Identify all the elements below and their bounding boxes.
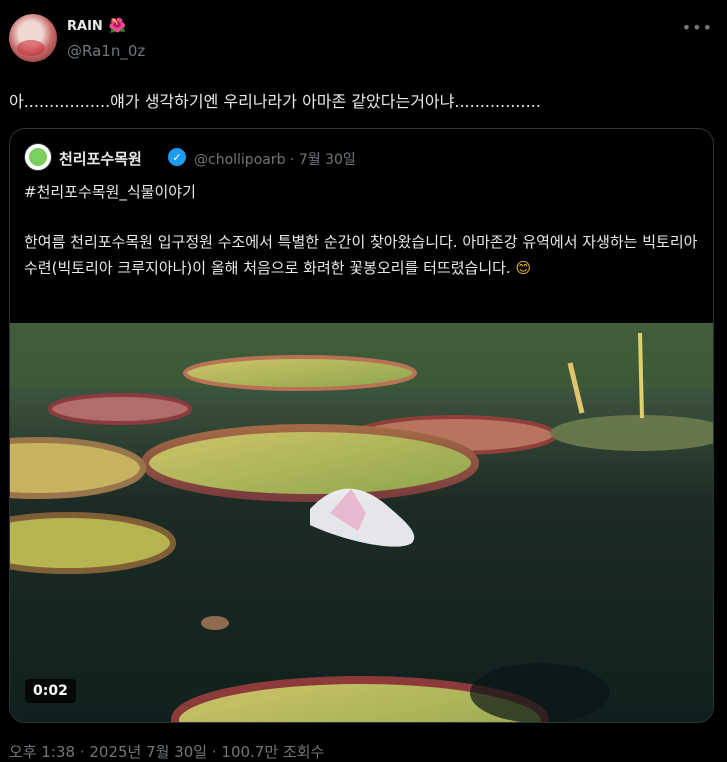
quote-handle-date: @chollipoarb · 7월 30일 [194,152,356,168]
quoted-tweet[interactable]: 천리포수목원 ✓ @chollipoarb · 7월 30일 #천리포수목원_식… [9,128,714,723]
author-avatar[interactable] [9,14,57,62]
video-player[interactable]: 0:02 [10,323,713,722]
smiling-face-icon: 😊 [515,259,532,277]
quote-hashtag[interactable]: #천리포수목원_식물이야기 [24,181,196,202]
verified-badge-icon: ✓ [168,148,186,166]
mascot-icon [29,148,47,166]
quote-body: 한여름 천리포수목원 입구정원 수조에서 특별한 순간이 찾아왔습니다. 아마존… [24,229,700,281]
more-options-icon[interactable]: ••• [682,18,713,37]
author-name[interactable]: RAIN 🌺 [67,18,126,34]
video-duration-badge: 0:02 [25,679,76,703]
quote-avatar[interactable] [24,143,52,171]
author-name-label: RAIN [67,18,103,34]
flower-icon: 🌺 [108,18,127,34]
author-handle[interactable]: @Ra1n_0z [67,42,145,60]
quote-body-text: 한여름 천리포수목원 입구정원 수조에서 특별한 순간이 찾아왔습니다. 아마존… [24,233,698,277]
tweet-text: 아.................얘가 생각하기엔 우리나라가 아마존 같았다… [9,92,541,111]
quote-author-name[interactable]: 천리포수목원 [59,148,142,169]
lily-pond-image [10,323,713,722]
